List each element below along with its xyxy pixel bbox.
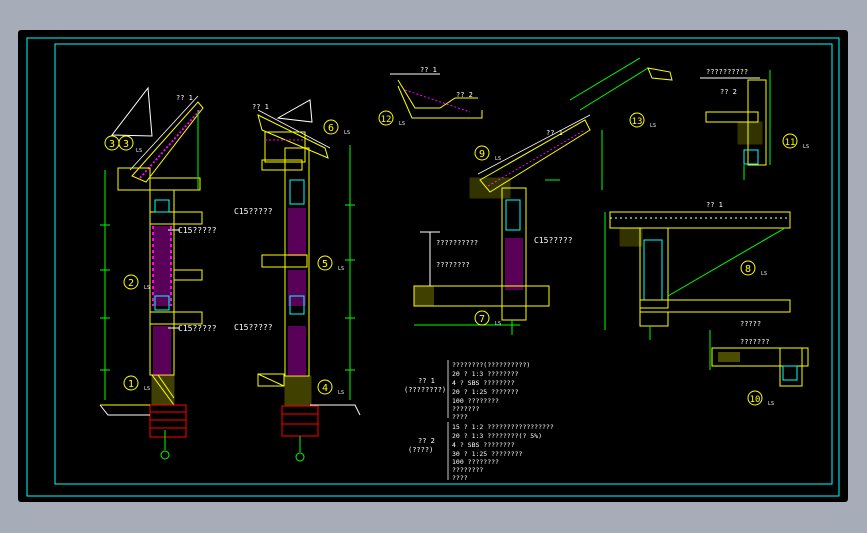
detail-suffix: LS xyxy=(399,121,405,127)
notes-1-line: ??????? xyxy=(452,405,479,413)
detail-marker-9: 9 LS xyxy=(474,145,501,162)
detail-marker-8: 8 LS xyxy=(740,260,767,277)
notes-block-2: ?? 2 (????) 15 ? 1:2 ????????????????? 2… xyxy=(408,422,554,482)
label-c15-top-a: C15????? xyxy=(178,226,217,235)
notes-1-title: ?? 1 xyxy=(418,377,435,385)
label-c15-bot-a: C15????? xyxy=(178,324,217,333)
notes-1-line: 4 ? SBS ???????? xyxy=(452,379,515,387)
label-note-box: ??????? xyxy=(740,338,770,346)
label-c15-top-b: C15????? xyxy=(234,207,273,216)
notes-2-line: 20 ? 1:3 ????????(? 5%) xyxy=(452,432,542,440)
detail-number: 6 xyxy=(328,123,334,134)
detail-suffix: LS xyxy=(803,144,809,150)
detail-number: 13 xyxy=(632,117,643,127)
label-parapet-mid: ???????? xyxy=(436,261,470,269)
label-roof-1b: ?? 1 xyxy=(252,103,269,111)
detail-marker-4: 4 LS xyxy=(317,379,344,396)
detail-number: 11 xyxy=(785,138,796,148)
notes-2-title: ?? 2 xyxy=(418,437,435,445)
detail-suffix: LS xyxy=(144,285,150,291)
notes-1-line: 20 ? 1:3 ???????? xyxy=(452,370,519,378)
label-roof-1e: ?? 1 xyxy=(706,201,723,209)
section-c xyxy=(413,114,603,335)
detail-number: 9 xyxy=(479,149,485,160)
detail-number: 10 xyxy=(750,395,761,405)
label-roof-2b: ?? 2 xyxy=(720,88,737,96)
detail-marker-12: 12 LS xyxy=(378,110,405,127)
label-c15-bot-b: C15????? xyxy=(234,323,273,332)
detail-suffix: LS xyxy=(650,123,656,129)
detail-number: 1 xyxy=(128,379,134,390)
label-note-right-bottom: ????? xyxy=(740,320,761,328)
detail-marker-2: 2 LS xyxy=(123,274,150,291)
detail-number: 2 xyxy=(128,278,134,289)
notes-2-line: ???? xyxy=(452,474,468,482)
notes-block-1: ?? 1 (????????) ????????(??????????) 20 … xyxy=(404,360,530,421)
detail-number: 7 xyxy=(479,314,485,325)
detail-marker-6: 6 LS xyxy=(323,119,350,136)
notes-2-line: ???????? xyxy=(452,466,483,474)
notes-2-line: 100 ???????? xyxy=(452,458,499,466)
label-roof-1a: ?? 1 xyxy=(176,94,193,102)
detail-number: 5 xyxy=(322,259,328,270)
section-b xyxy=(257,99,361,462)
detail-marker-10: 10 LS xyxy=(747,390,774,407)
detail-number: 4 xyxy=(322,383,328,394)
label-note-right-top: ?????????? xyxy=(706,68,748,76)
detail-suffix: LS xyxy=(136,148,142,154)
detail-marker-11: 11 LS xyxy=(782,133,809,150)
detail-marker-3: 3 3 LS xyxy=(104,135,142,154)
label-parapet-top: ?????????? xyxy=(436,239,478,247)
detail-number: 12 xyxy=(381,115,392,125)
detail-marker-5: 5 LS xyxy=(317,255,344,272)
detail-suffix: LS xyxy=(761,271,767,277)
notes-2-sub: (????) xyxy=(408,446,433,454)
label-roof-2a: ?? 2 xyxy=(456,91,473,99)
detail-number-second: 3 xyxy=(123,139,129,150)
notes-2-line: 4 ? SBS ???????? xyxy=(452,441,515,449)
notes-1-line: ????????(??????????) xyxy=(452,361,530,369)
roof-slope-a xyxy=(131,101,204,183)
section-a xyxy=(99,86,204,460)
notes-1-line: 20 ? 1:25 ??????? xyxy=(452,388,519,396)
detail-number: 8 xyxy=(745,264,751,275)
detail-suffix: LS xyxy=(495,156,501,162)
detail-marker-13: 13 LS xyxy=(629,112,656,129)
notes-2-line: 15 ? 1:2 ????????????????? xyxy=(452,423,554,431)
detail-suffix: LS xyxy=(338,390,344,396)
label-roof-1d: ?? 1 xyxy=(546,129,563,137)
label-roof-1c: ?? 1 xyxy=(420,66,437,74)
detail-13 xyxy=(569,57,673,111)
detail-suffix: LS xyxy=(495,321,501,327)
detail-suffix: LS xyxy=(768,401,774,407)
label-c15-right: C15????? xyxy=(534,236,573,245)
cad-drawing: 1 LS 2 LS 3 3 LS 4 LS 5 LS 6 LS 7 LS 8 LS 9 LS 10 L… xyxy=(26,37,840,497)
notes-1-line: ???? xyxy=(452,413,468,421)
detail-suffix: LS xyxy=(344,130,350,136)
notes-2-line: 30 ? 1:25 ???????? xyxy=(452,450,523,458)
detail-number: 3 xyxy=(109,139,115,150)
detail-suffix: LS xyxy=(338,266,344,272)
detail-marker-1: 1 LS xyxy=(123,375,150,392)
detail-11 xyxy=(700,70,771,180)
detail-suffix: LS xyxy=(144,386,150,392)
notes-1-line: 100 ???????? xyxy=(452,397,499,405)
notes-1-sub: (????????) xyxy=(404,386,446,394)
